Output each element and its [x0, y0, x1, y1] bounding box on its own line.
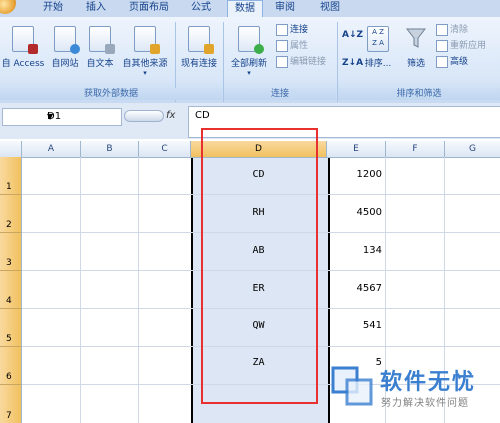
from-web-button[interactable]: 自网站 — [48, 20, 82, 82]
cell-e4[interactable]: 4567 — [328, 283, 382, 294]
select-all-corner[interactable] — [0, 141, 22, 158]
reapply-icon — [436, 39, 448, 52]
properties-icon — [276, 39, 288, 52]
edit-links-button[interactable]: 编辑链接 — [276, 55, 326, 69]
refresh-all-button[interactable]: 全部刷新 ▾ — [226, 20, 272, 82]
row-header-2[interactable]: 2 — [0, 195, 22, 233]
column-header-f[interactable]: F — [386, 141, 445, 158]
tab-review[interactable]: 审阅 — [268, 0, 302, 17]
formula-bar-resize-handle[interactable] — [124, 110, 164, 122]
advanced-filter-button[interactable]: 高级 — [436, 55, 468, 69]
sort-button[interactable]: A ZZ A 排序... — [360, 20, 396, 82]
watermark-subtitle: 努力解决软件问题 — [381, 398, 469, 409]
text-file-icon — [89, 26, 115, 54]
existing-connections-icon — [188, 26, 214, 54]
highlight-box — [201, 128, 318, 404]
tab-page-layout[interactable]: 页面布局 — [124, 0, 174, 17]
column-header-e[interactable]: E — [327, 141, 386, 158]
refresh-icon — [238, 26, 264, 54]
row-header-3[interactable]: 3 — [0, 233, 22, 271]
chevron-down-icon: ▾ — [143, 69, 147, 77]
clear-icon — [436, 23, 448, 36]
tab-home[interactable]: 开始 — [36, 0, 70, 17]
connections-button[interactable]: 连接 — [276, 23, 308, 37]
existing-connections-button[interactable]: 现有连接 — [176, 20, 222, 82]
column-header-c[interactable]: C — [139, 141, 191, 158]
access-icon — [12, 26, 38, 54]
chevron-down-icon: ▾ — [247, 69, 251, 77]
column-header-g[interactable]: G — [445, 141, 500, 158]
row-header-1[interactable]: 1 — [0, 157, 22, 195]
row-header-6[interactable]: 6 — [0, 347, 22, 385]
from-other-sources-button[interactable]: 自其他来源 ▾ — [118, 20, 172, 82]
clear-filter-button[interactable]: 清除 — [436, 23, 468, 37]
row-header-5[interactable]: 5 — [0, 309, 22, 347]
watermark-logo-icon — [327, 362, 377, 410]
advanced-icon — [436, 55, 448, 68]
tab-formulas[interactable]: 公式 — [184, 0, 218, 17]
cell-e1[interactable]: 1200 — [328, 169, 382, 180]
group-label-connections: 连接 — [224, 88, 336, 100]
edit-links-icon — [276, 55, 288, 68]
web-icon — [54, 26, 80, 54]
sort-icon: A ZZ A — [367, 26, 389, 52]
cell-e3[interactable]: 134 — [328, 245, 382, 256]
tab-view[interactable]: 视图 — [313, 0, 347, 17]
cell-e2[interactable]: 4500 — [328, 207, 382, 218]
column-header-b[interactable]: B — [81, 141, 139, 158]
column-header-a[interactable]: A — [22, 141, 81, 158]
filter-button[interactable]: 筛选 — [399, 20, 433, 82]
funnel-icon — [405, 26, 427, 50]
tab-data[interactable]: 数据 — [227, 0, 263, 18]
properties-button[interactable]: 属性 — [276, 39, 308, 53]
reapply-button[interactable]: 重新应用 — [436, 39, 486, 53]
group-label-external-data: 获取外部数据 — [0, 88, 222, 100]
from-text-button[interactable]: 自文本 — [83, 20, 117, 82]
connections-icon — [276, 23, 288, 36]
other-sources-icon — [134, 26, 160, 54]
row-header-4[interactable]: 4 — [0, 271, 22, 309]
group-label-sort-filter: 排序和筛选 — [338, 88, 500, 100]
watermark-title: 软件无忧 — [380, 370, 477, 395]
from-access-button[interactable]: 自 Access — [0, 20, 46, 82]
cell-e5[interactable]: 541 — [328, 320, 382, 331]
name-box[interactable]: D1 ▼ — [2, 108, 122, 126]
chevron-down-icon[interactable]: ▼ — [47, 109, 118, 125]
insert-function-icon[interactable]: fx — [166, 108, 186, 124]
row-header-7[interactable]: 7 — [0, 385, 22, 423]
tab-insert[interactable]: 插入 — [79, 0, 113, 17]
